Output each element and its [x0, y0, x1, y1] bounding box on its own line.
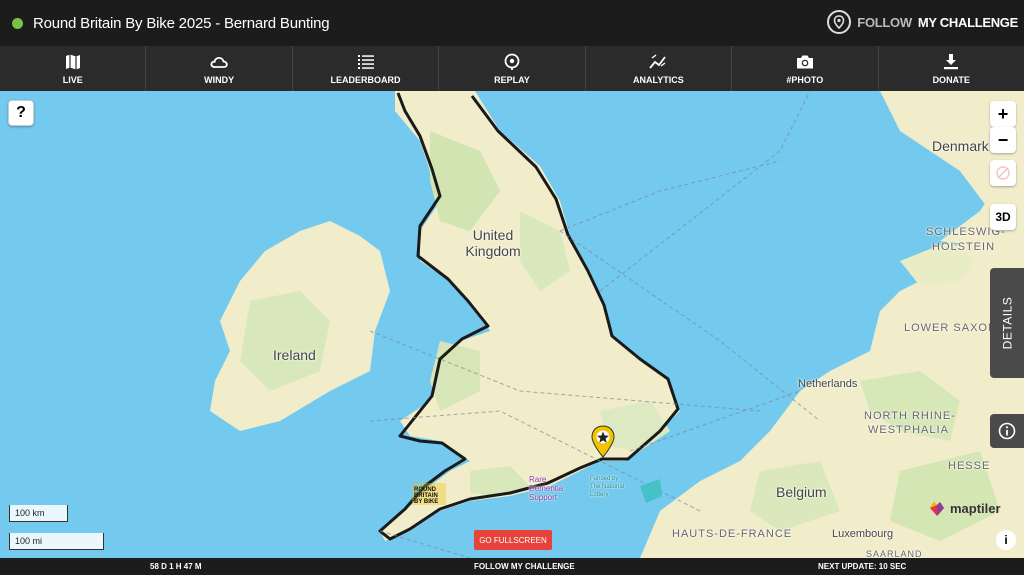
compass-button[interactable] — [990, 160, 1016, 186]
nav-windy[interactable]: WINDY — [146, 46, 293, 91]
main-nav: LIVE WINDY LEADERBOARD REPLAY ANALYTICS … — [0, 46, 1024, 91]
challenge-title: Round Britain By Bike 2025 - Bernard Bun… — [33, 14, 330, 32]
3d-toggle-button[interactable]: 3D — [990, 204, 1016, 230]
list-icon — [357, 55, 374, 69]
scale-km: 100 km — [9, 505, 68, 522]
details-tab-label: DETAILS — [1000, 296, 1014, 350]
maptiler-icon — [930, 502, 944, 516]
nav-leaderboard-label: LEADERBOARD — [330, 75, 401, 85]
maptiler-text: maptiler — [950, 500, 1001, 516]
nav-donate[interactable]: DONATE — [879, 46, 1024, 91]
nav-analytics-label: ANALYTICS — [633, 75, 684, 85]
zoom-in-button[interactable]: + — [990, 101, 1016, 127]
nav-leaderboard[interactable]: LEADERBOARD — [293, 46, 440, 91]
nav-photo[interactable]: #PHOTO — [732, 46, 879, 91]
next-update: NEXT UPDATE: 10 SEC — [818, 562, 907, 571]
info-tab[interactable] — [990, 414, 1024, 448]
cloud-icon — [210, 57, 228, 68]
brand-text-challenge: MY CHALLENGE — [917, 14, 1018, 30]
help-button[interactable]: ? — [8, 100, 34, 126]
zoom-out-button[interactable]: − — [990, 127, 1016, 153]
location-pin-icon — [827, 10, 852, 34]
nav-donate-label: DONATE — [932, 75, 970, 85]
map-icon — [65, 54, 80, 70]
camera-icon — [796, 55, 813, 69]
map-base-layer[interactable]: ROUND BRITAIN BY BIKE — [0, 91, 1024, 558]
svg-text:BY BIKE: BY BIKE — [414, 499, 438, 505]
nav-analytics[interactable]: ANALYTICS — [586, 46, 733, 91]
go-fullscreen-button[interactable]: GO FULLSCREEN — [474, 530, 552, 550]
download-icon — [944, 54, 959, 70]
nav-photo-label: #PHOTO — [786, 75, 824, 85]
nav-live[interactable]: LIVE — [0, 46, 147, 91]
top-bar: Round Britain By Bike 2025 - Bernard Bun… — [0, 0, 1024, 46]
info-icon — [998, 422, 1016, 440]
nav-live-label: LIVE — [62, 75, 83, 85]
maptiler-logo[interactable]: maptiler — [928, 499, 1001, 517]
chart-icon — [649, 54, 667, 69]
follow-my-challenge-logo[interactable]: FOLLOW MY CHALLENGE — [827, 10, 1018, 34]
nav-windy-label: WINDY — [204, 75, 235, 85]
nav-replay[interactable]: REPLAY — [439, 46, 586, 91]
elapsed-time: 58 D 1 H 47 M — [150, 562, 202, 571]
brand-text-follow: FOLLOW — [857, 14, 912, 30]
compass-icon — [996, 166, 1010, 180]
round-britain-logo-mark: ROUND BRITAIN BY BIKE — [412, 483, 446, 505]
map-view[interactable]: ROUND BRITAIN BY BIKE Denmark United Kin… — [0, 91, 1024, 558]
footer-brand: FOLLOW MY CHALLENGE — [474, 562, 575, 571]
footer-bar: 58 D 1 H 47 M FOLLOW MY CHALLENGE NEXT U… — [0, 558, 1024, 575]
scale-mi: 100 mi — [9, 533, 104, 550]
nav-replay-label: REPLAY — [494, 75, 530, 85]
live-status-dot — [12, 17, 23, 29]
details-tab[interactable]: DETAILS — [990, 268, 1024, 378]
attribution-button[interactable]: i — [996, 530, 1016, 550]
location-replay-icon — [504, 53, 520, 70]
